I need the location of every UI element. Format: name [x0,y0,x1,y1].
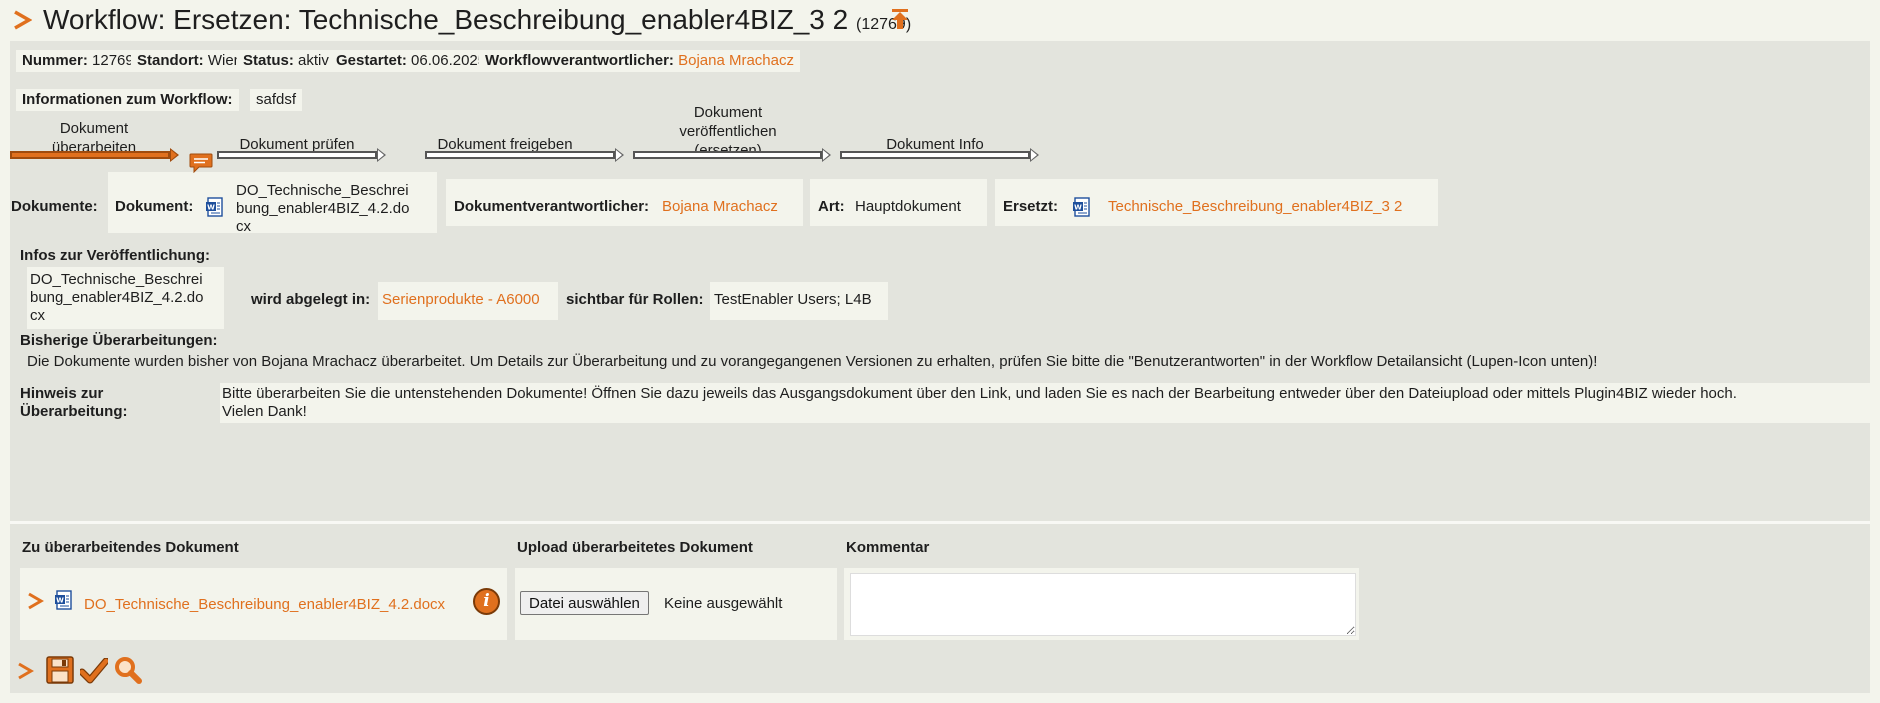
meta-info: Informationen zum Workflow: [16,89,239,111]
step-3-bar[interactable] [425,151,615,159]
location-link[interactable]: Serienprodukte - A6000 [382,291,540,309]
step-4-bar[interactable] [633,151,822,159]
nummer-label: Nummer: [22,52,88,69]
step-3-arrow [615,148,624,162]
choose-file-button[interactable]: Datei auswählen [520,591,649,615]
info-icon[interactable]: i [473,588,500,615]
hint-label: Hinweis zur Überarbeitung: [20,385,128,420]
art-label: Art: [818,198,845,215]
step-1-arrow [170,148,179,162]
nummer-value: 12769 [92,52,134,69]
revisions-label: Bisherige Überarbeitungen: [20,332,218,349]
standort-label: Standort: [137,52,204,69]
hint-text: Bitte überarbeiten Sie die untenstehende… [222,385,1737,420]
status-label: Status: [243,52,294,69]
meta-nummer: Nummer: 12769 [16,50,140,72]
verantwortlicher-label: Workflowverantwortlicher: [485,52,674,69]
meta-status: Status: aktiv [237,50,335,72]
step-4-arrow [822,148,831,162]
comment-textarea[interactable] [850,573,1356,636]
word-doc-icon: W [206,197,223,217]
comment-icon[interactable] [189,153,213,173]
chevron-right-icon[interactable] [16,662,34,680]
meta-info-value: safdsf [250,89,303,111]
replaces-link[interactable]: Technische_Beschreibung_enabler4BIZ_3 2 [1108,198,1402,216]
roles-label: sichtbar für Rollen: [566,291,704,308]
art-value: Hauptdokument [855,198,961,215]
page-title-text: Workflow: Ersetzen: Technische_Beschreib… [43,4,849,35]
document-name: DO_Technische_Beschrei bung_enabler4BIZ_… [236,182,410,235]
status-value: aktiv [298,52,329,69]
workflow-panel: Nummer: 12769 Standort: Wien Status: akt… [10,41,1870,693]
documents-label: Dokumente: [11,198,98,215]
responsible-label: Dokumentverantwortlicher: [454,198,650,215]
save-icon[interactable] [46,656,74,684]
roles-value: TestEnabler Users; L4B [714,291,872,308]
source-document-link[interactable]: DO_Technische_Beschreibung_enabler4BIZ_4… [84,596,445,614]
svg-text:W: W [56,597,64,605]
responsible-link[interactable]: Bojana Mrachacz [662,198,778,216]
step-2-arrow [377,148,386,162]
col-upload-header: Upload überarbeitetes Dokument [517,539,753,556]
page-title: Workflow: Ersetzen: Technische_Beschreib… [43,4,911,36]
info-label: Informationen zum Workflow: [22,91,233,108]
word-doc-icon: W [55,590,72,610]
gestartet-label: Gestartet: [336,52,407,69]
meta-gestartet: Gestartet: 06.06.2025 [330,50,493,72]
chevron-right-icon [14,10,32,30]
step-1-bar[interactable] [10,151,170,159]
step-5-bar[interactable] [840,151,1030,159]
col-document-header: Zu überarbeitendes Dokument [22,539,239,556]
no-file-text: Keine ausgewählt [664,595,783,612]
svg-text:W: W [1074,204,1082,212]
document-label: Dokument: [115,198,194,215]
svg-text:W: W [207,204,215,212]
publication-name: DO_Technische_Beschrei bung_enabler4BIZ_… [30,271,204,324]
step-2-bar[interactable] [217,151,377,159]
search-icon[interactable] [114,656,142,684]
publication-label: Infos zur Veröffentlichung: [20,247,210,264]
col-comment-header: Kommentar [846,539,930,556]
section-divider [10,521,1870,524]
revisions-text: Die Dokumente wurden bisher von Bojana M… [27,353,1598,370]
meta-standort: Standort: Wien [131,50,249,72]
chevron-right-icon[interactable] [26,592,44,610]
pin-up-icon[interactable] [889,8,911,30]
gestartet-value: 06.06.2025 [411,52,487,69]
title-bar: Workflow: Ersetzen: Technische_Beschreib… [0,0,1880,40]
step-5-arrow [1030,148,1039,162]
check-icon[interactable] [80,658,108,684]
location-label: wird abgelegt in: [251,291,371,308]
verantwortlicher-link[interactable]: Bojana Mrachacz [678,52,794,69]
meta-verantwortlicher: Workflowverantwortlicher: Bojana Mrachac… [479,50,800,72]
replaces-label: Ersetzt: [1003,198,1059,215]
word-doc-icon: W [1073,197,1090,217]
